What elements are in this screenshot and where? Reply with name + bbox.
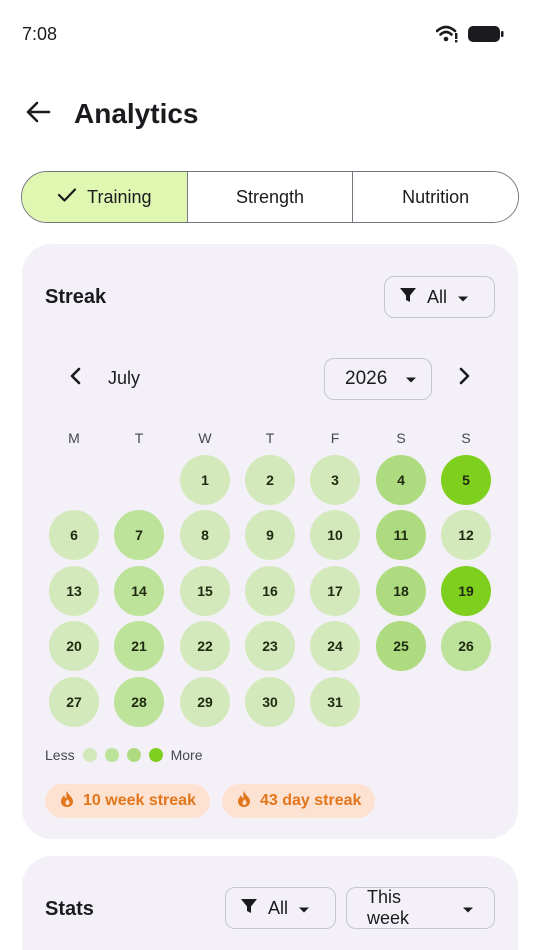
calendar-day[interactable]: 19	[441, 566, 491, 616]
calendar-day[interactable]: 14	[114, 566, 164, 616]
fire-icon	[59, 790, 75, 813]
tab-label: Strength	[235, 186, 305, 207]
caret-down-icon	[462, 898, 474, 919]
calendar-day[interactable]: 20	[49, 621, 99, 671]
app-bar: Analytics	[0, 88, 540, 140]
tab-training[interactable]: Training	[22, 172, 188, 222]
calendar-day[interactable]: 10	[310, 510, 360, 560]
calendar-day[interactable]: 18	[376, 566, 426, 616]
check-icon	[57, 187, 77, 208]
legend-dot	[126, 748, 141, 762]
calendar-day[interactable]: 12	[441, 510, 491, 560]
status-icons	[435, 25, 504, 48]
calendar-day[interactable]: 29	[180, 677, 230, 727]
calendar-day[interactable]: 28	[114, 677, 164, 727]
calendar-day[interactable]: 22	[180, 621, 230, 671]
battery-icon	[468, 25, 504, 48]
filter-icon	[240, 897, 258, 920]
calendar-day[interactable]: 7	[114, 510, 164, 560]
period-select[interactable]: This week	[346, 887, 495, 929]
page-title: Analytics	[74, 98, 199, 129]
tab-label: Nutrition	[402, 186, 470, 207]
tab-nutrition[interactable]: Nutrition	[353, 172, 518, 222]
calendar-day[interactable]: 13	[49, 566, 99, 616]
status-time: 7:08	[22, 24, 58, 44]
chip-label: 43 day streak	[259, 792, 362, 809]
stats-title: Stats	[45, 898, 94, 920]
week-streak-chip: 10 week streak	[45, 784, 210, 818]
calendar-day[interactable]: 8	[180, 510, 230, 560]
calendar-day[interactable]: 23	[245, 621, 295, 671]
legend-dot	[82, 748, 97, 762]
calendar-day[interactable]: 25	[376, 621, 426, 671]
legend-less-label: Less	[45, 747, 75, 763]
calendar-day[interactable]: 15	[180, 566, 230, 616]
calendar-day[interactable]: 3	[310, 455, 360, 505]
calendar-day[interactable]: 26	[441, 621, 491, 671]
calendar-day[interactable]: 16	[245, 566, 295, 616]
calendar-day[interactable]: 17	[310, 566, 360, 616]
stats-card: Stats All This week	[22, 856, 518, 950]
arrow-left-icon	[25, 99, 51, 130]
period-label: This week	[367, 887, 410, 928]
calendar-day[interactable]: 21	[114, 621, 164, 671]
calendar-day[interactable]: 11	[376, 510, 426, 560]
caret-down-icon	[298, 898, 310, 919]
wifi-icon	[435, 25, 458, 48]
calendar-day[interactable]: 4	[376, 455, 426, 505]
day-streak-chip: 43 day streak	[221, 784, 376, 818]
back-button[interactable]	[20, 96, 56, 132]
status-bar: 7:08	[0, 0, 540, 70]
calendar-day[interactable]: 1	[180, 455, 230, 505]
calendar-day[interactable]: 9	[245, 510, 295, 560]
stats-filter-button[interactable]: All	[225, 887, 336, 929]
chip-label: 10 week streak	[83, 792, 196, 809]
calendar-day[interactable]: 5	[441, 455, 491, 505]
filter-label: All	[268, 897, 289, 918]
calendar-day[interactable]: 6	[49, 510, 99, 560]
legend-dot	[104, 748, 119, 762]
calendar-day[interactable]: 2	[245, 455, 295, 505]
tab-label: Training	[87, 186, 152, 207]
calendar-day[interactable]: 24	[310, 621, 360, 671]
fire-icon	[236, 790, 252, 813]
streak-chips: 10 week streak 43 day streak	[45, 784, 376, 818]
calendar-day[interactable]: 27	[49, 677, 99, 727]
legend-more-label: More	[170, 747, 203, 763]
heat-legend: Less More	[45, 747, 202, 763]
streak-card: Streak All July 2026 MTWTFSS 1234 5 6 7 …	[22, 244, 518, 839]
tab-strength[interactable]: Strength	[187, 172, 354, 222]
segmented-tabs: Training Strength Nutrition	[21, 171, 519, 223]
calendar-day[interactable]: 30	[245, 677, 295, 727]
legend-dot	[148, 748, 163, 762]
calendar-day[interactable]: 31	[310, 677, 360, 727]
